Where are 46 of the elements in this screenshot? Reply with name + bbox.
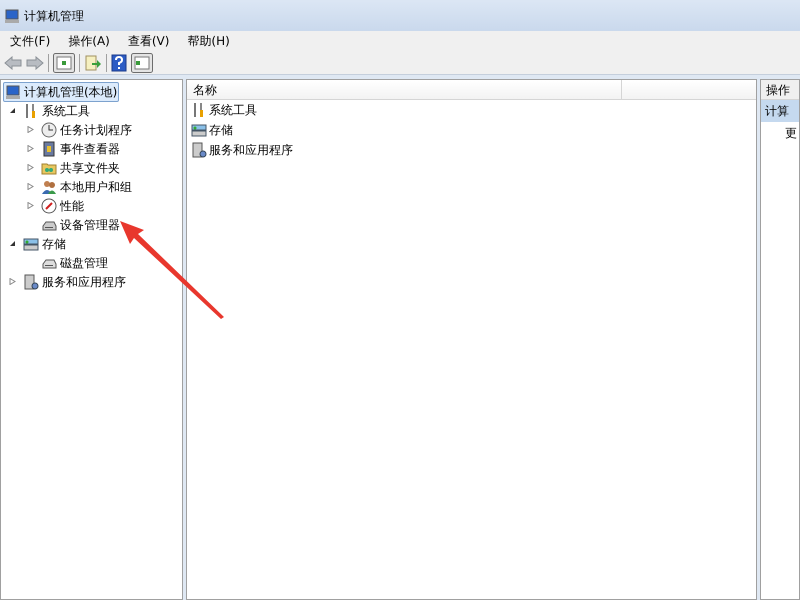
expand-triangle-icon[interactable] [27, 126, 34, 133]
menu-item[interactable]: 操作(A) [62, 32, 116, 50]
back-arrow-icon[interactable] [4, 56, 22, 70]
tree-item[interactable]: 事件查看器 [39, 138, 122, 158]
tree-item[interactable]: 本地用户和组 [39, 176, 134, 196]
tree-item[interactable]: 设备管理器 [39, 214, 122, 234]
clock-icon [41, 122, 57, 138]
server-icon [191, 142, 207, 158]
window-title: 计算机管理 [24, 8, 84, 24]
server-icon [23, 274, 39, 290]
tree-item[interactable]: 存储 [21, 234, 68, 254]
collapse-triangle-icon[interactable] [9, 107, 16, 114]
action-item[interactable]: 更 [761, 122, 799, 144]
users-icon [41, 178, 57, 194]
help-icon[interactable] [111, 54, 127, 72]
tree-item[interactable]: 性能 [39, 196, 86, 216]
menu-item[interactable]: 帮助(H) [181, 32, 236, 50]
expand-triangle-icon[interactable] [27, 145, 34, 152]
expand-triangle-icon[interactable] [9, 278, 16, 285]
gauge-icon [41, 198, 57, 214]
book-icon [41, 140, 57, 156]
computer-icon [5, 84, 21, 100]
actions-header: 操作 [761, 80, 799, 100]
menu-item[interactable]: 文件(F) [4, 32, 56, 50]
drive-icon [23, 236, 39, 252]
tree-item[interactable]: 系统工具 [21, 100, 92, 120]
action-pane-icon[interactable] [131, 52, 153, 72]
tree-item[interactable]: 服务和应用程序 [21, 272, 128, 292]
collapse-triangle-icon[interactable] [9, 240, 16, 247]
tree-item[interactable]: 磁盘管理 [39, 252, 110, 272]
console-tree-icon[interactable] [53, 52, 75, 72]
expand-triangle-icon[interactable] [27, 183, 34, 190]
list-item[interactable]: 服务和应用程序 [187, 140, 756, 160]
tree-item[interactable]: 计算机管理(本地) [3, 82, 120, 102]
drive-icon [191, 122, 207, 138]
expand-triangle-icon[interactable] [27, 202, 34, 209]
expand-triangle-icon[interactable] [27, 164, 34, 171]
tree-item[interactable]: 任务计划程序 [39, 120, 134, 140]
tree-item[interactable]: 共享文件夹 [39, 158, 122, 178]
menu-item[interactable]: 查看(V) [122, 32, 176, 50]
action-item[interactable]: 计算 [761, 100, 799, 122]
export-list-icon[interactable] [84, 54, 102, 72]
computer-icon [4, 8, 20, 24]
list-item[interactable]: 系统工具 [187, 100, 756, 120]
forward-arrow-icon[interactable] [26, 56, 44, 70]
list-item[interactable]: 存储 [187, 120, 756, 140]
